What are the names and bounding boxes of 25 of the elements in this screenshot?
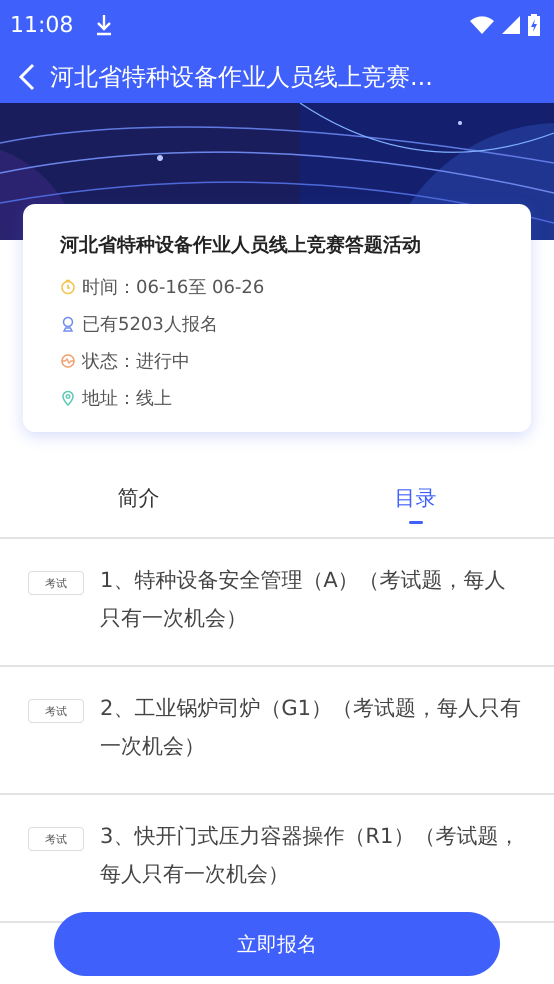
catalog-item[interactable]: 1、特种设备安全管理（A）（考试题，每人只有一次机会） bbox=[100, 561, 524, 641]
info-text: 地址：线上 bbox=[82, 387, 172, 410]
location-pin-icon bbox=[60, 390, 76, 406]
signal-icon bbox=[502, 16, 520, 34]
person-icon bbox=[60, 316, 76, 332]
catalog-item[interactable]: 3、快开门式压力容器操作（R1）（考试题，每人只有一次机会） bbox=[100, 817, 524, 897]
catalog-item[interactable]: 2、工业锅炉司炉（G1）（考试题，每人只有一次机会） bbox=[100, 689, 524, 769]
signup-button[interactable]: 立即报名 bbox=[54, 912, 500, 976]
info-text: 时间：06-16至 06-26 bbox=[82, 276, 264, 299]
exam-tag: 考试 bbox=[28, 827, 84, 851]
back-icon[interactable] bbox=[18, 62, 36, 92]
clock-icon bbox=[60, 279, 76, 295]
battery-icon bbox=[528, 14, 540, 36]
exam-tag: 考试 bbox=[28, 571, 84, 595]
info-text: 状态：进行中 bbox=[82, 350, 190, 373]
info-text: 已有5203人报名 bbox=[82, 313, 218, 336]
exam-tag: 考试 bbox=[28, 699, 84, 723]
page-title: 河北省特种设备作业人员线上竞赛... bbox=[50, 62, 433, 92]
tab[interactable]: 目录 bbox=[390, 480, 440, 528]
download-icon bbox=[95, 14, 114, 36]
wifi-icon bbox=[470, 16, 494, 34]
status-icon bbox=[60, 353, 76, 369]
status-time: 11:08 bbox=[10, 12, 74, 38]
activity-title: 河北省特种设备作业人员线上竞赛答题活动 bbox=[60, 233, 422, 258]
tab[interactable]: 简介 bbox=[114, 480, 164, 528]
